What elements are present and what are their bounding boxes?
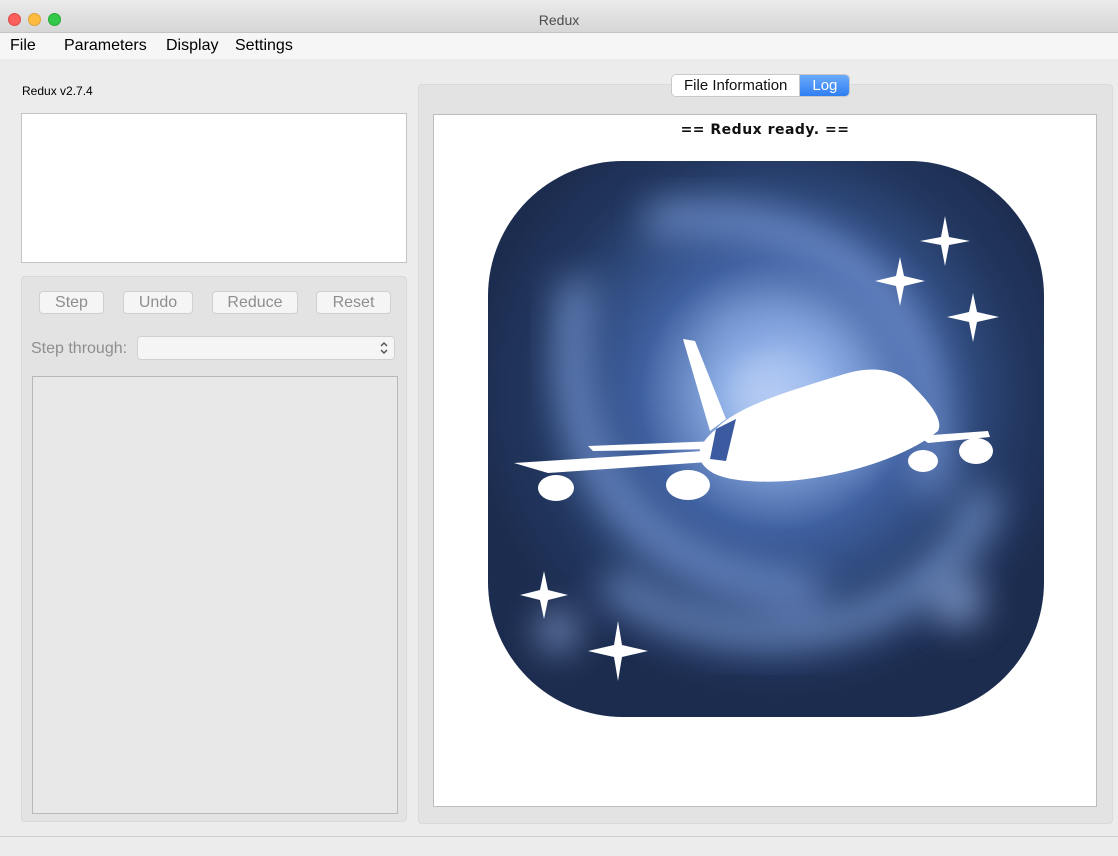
reduction-controls-panel: Step Undo Reduce Reset Step through:: [21, 276, 407, 822]
menu-settings[interactable]: Settings: [235, 37, 293, 55]
window-title: Redux: [538, 12, 580, 28]
undo-button[interactable]: Undo: [123, 291, 193, 314]
tab-bar: File Information Log: [671, 74, 851, 97]
version-label: Redux v2.7.4: [22, 84, 93, 98]
step-through-label: Step through:: [31, 340, 128, 357]
menu-display[interactable]: Display: [166, 37, 218, 55]
updown-chevron-icon: [379, 340, 389, 356]
tab-log[interactable]: Log: [800, 75, 850, 96]
info-text-area[interactable]: [21, 113, 407, 263]
step-through-select[interactable]: [137, 336, 395, 360]
title-bar: Redux: [0, 0, 1118, 33]
reduction-steps-list[interactable]: [32, 376, 398, 814]
menu-file[interactable]: File: [10, 37, 36, 55]
redux-logo-image: [488, 161, 1044, 717]
log-view[interactable]: == Redux ready. ==: [433, 114, 1097, 807]
menu-parameters[interactable]: Parameters: [64, 37, 147, 55]
step-button[interactable]: Step: [39, 291, 104, 314]
reduce-button[interactable]: Reduce: [212, 291, 298, 314]
reset-button[interactable]: Reset: [316, 291, 391, 314]
log-message: == Redux ready. ==: [680, 122, 850, 138]
tab-file-information[interactable]: File Information: [672, 75, 801, 96]
status-bar: [0, 836, 1118, 856]
menu-bar: File Parameters Display Settings: [0, 33, 1118, 59]
